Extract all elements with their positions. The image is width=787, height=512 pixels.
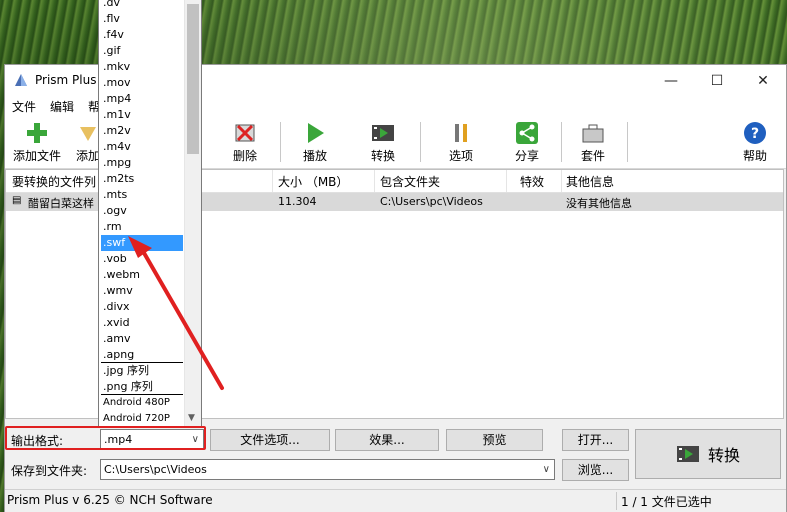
format-option-selected[interactable]: .swf [101,235,183,251]
add-files-button[interactable]: 添加文件 [11,118,63,166]
suite-button[interactable]: 套件 [573,118,613,166]
column-header-filename[interactable]: 要转换的文件列 [12,173,96,190]
status-bar: Prism Plus v 6.25 © NCH Software 1 / 1 文… [5,489,786,512]
column-divider [374,170,375,192]
format-option[interactable]: .gif [101,43,183,59]
delete-label: 删除 [232,149,257,163]
column-divider [506,170,507,192]
toolbar-separator [561,122,562,162]
help-question-icon: ? [743,121,767,145]
format-option[interactable]: .rm [101,219,183,235]
annotation-highlight-box [5,426,206,450]
row-size: 11.304 [278,195,317,208]
play-icon [303,121,327,145]
format-option[interactable]: .mpg [101,155,183,171]
save-folder-select[interactable]: C:\Users\pc\Videos ∨ [100,459,555,480]
chevron-down-icon: ∨ [542,464,550,475]
column-divider [561,170,562,192]
status-selection: 1 / 1 文件已选中 [621,495,712,509]
format-dropdown-list[interactable]: .dv .flv .f4v .gif .mkv .mov .mp4 .m1v .… [98,0,202,427]
options-label: 选项 [448,149,473,163]
scrollbar-thumb[interactable] [187,4,199,154]
convert-button-label: 转换 [707,446,740,465]
add-files-label: 添加文件 [12,149,61,163]
format-option[interactable]: .vob [101,251,183,267]
help-label: 帮助 [742,149,767,163]
suite-label: 套件 [580,149,605,163]
close-icon[interactable]: ✕ [740,65,786,96]
format-option[interactable]: .mkv [101,59,183,75]
convert-film-icon [371,121,395,145]
minimize-icon[interactable]: — [648,65,694,96]
format-option[interactable]: .xvid [101,315,183,331]
play-button[interactable]: 播放 [295,118,335,166]
effects-button[interactable]: 效果... [335,429,439,451]
save-folder-value: C:\Users\pc\Videos [104,463,207,476]
toolbar-separator [627,122,628,162]
add-plus-icon [25,121,49,145]
format-option[interactable]: .m2ts [101,171,183,187]
status-divider [616,492,617,510]
share-label: 分享 [514,149,539,163]
format-option[interactable]: .dv [101,0,183,11]
menu-edit[interactable]: 编辑 [50,98,74,115]
scroll-down-arrow-icon[interactable]: ▼ [188,413,195,423]
dropdown-scrollbar[interactable]: ▼ [184,0,201,426]
format-option[interactable]: .m1v [101,107,183,123]
convert-tool-label: 转换 [370,149,395,163]
format-option[interactable]: .f4v [101,27,183,43]
column-header-info[interactable]: 其他信息 [566,173,614,190]
open-button[interactable]: 打开... [562,429,629,451]
format-option[interactable]: Android 480P [101,395,183,411]
format-option[interactable]: .mts [101,187,183,203]
column-header-folder[interactable]: 包含文件夹 [380,173,440,190]
options-button[interactable]: 选项 [441,118,481,166]
delete-icon [233,121,257,145]
column-header-size[interactable]: 大小 （MB） [278,173,348,190]
format-option[interactable]: .amv [101,331,183,347]
format-option[interactable]: .jpg 序列 [101,363,183,379]
format-option[interactable]: .flv [101,11,183,27]
add-folder-icon [76,121,100,145]
column-header-effects[interactable]: 特效 [520,173,544,190]
save-to-label: 保存到文件夹: [11,464,88,478]
options-wrench-icon [449,121,473,145]
format-option[interactable]: .apng [101,347,183,363]
format-option[interactable]: .png 序列 [101,379,183,395]
format-option[interactable]: .wmv [101,283,183,299]
share-icon [515,121,539,145]
toolbar-separator [420,122,421,162]
format-option[interactable]: Android 720P [101,411,183,426]
status-version: Prism Plus v 6.25 © NCH Software [7,493,213,507]
convert-film-icon [676,446,699,462]
format-option[interactable]: .divx [101,299,183,315]
toolbar-separator [280,122,281,162]
help-button[interactable]: ? 帮助 [735,118,775,166]
format-option[interactable]: .m4v [101,139,183,155]
file-options-button[interactable]: 文件选项... [210,429,330,451]
row-filename: 醋留白菜这样 [28,197,94,210]
preview-button[interactable]: 预览 [446,429,543,451]
format-option[interactable]: .ogv [101,203,183,219]
delete-button[interactable]: 删除 [220,118,270,166]
play-label: 播放 [302,149,327,163]
convert-tool-button[interactable]: 转换 [363,118,403,166]
svg-text:?: ? [751,126,759,142]
format-option[interactable]: .webm [101,267,183,283]
format-option[interactable]: .m2v [101,123,183,139]
convert-button[interactable]: 转换 [635,429,781,479]
window-title: Prism Plus [35,73,97,87]
film-file-icon: ▤ [12,195,22,206]
prism-app-icon [15,74,27,86]
row-info: 没有其他信息 [566,197,632,210]
format-option[interactable]: .mp4 [101,91,183,107]
browse-button[interactable]: 浏览... [562,459,629,481]
suite-toolbox-icon [581,121,605,145]
format-option[interactable]: .mov [101,75,183,91]
column-divider [272,170,273,192]
row-folder: C:\Users\pc\Videos [380,195,483,208]
share-button[interactable]: 分享 [505,118,549,166]
menu-file[interactable]: 文件 [12,98,36,115]
maximize-icon[interactable]: ☐ [694,65,740,96]
